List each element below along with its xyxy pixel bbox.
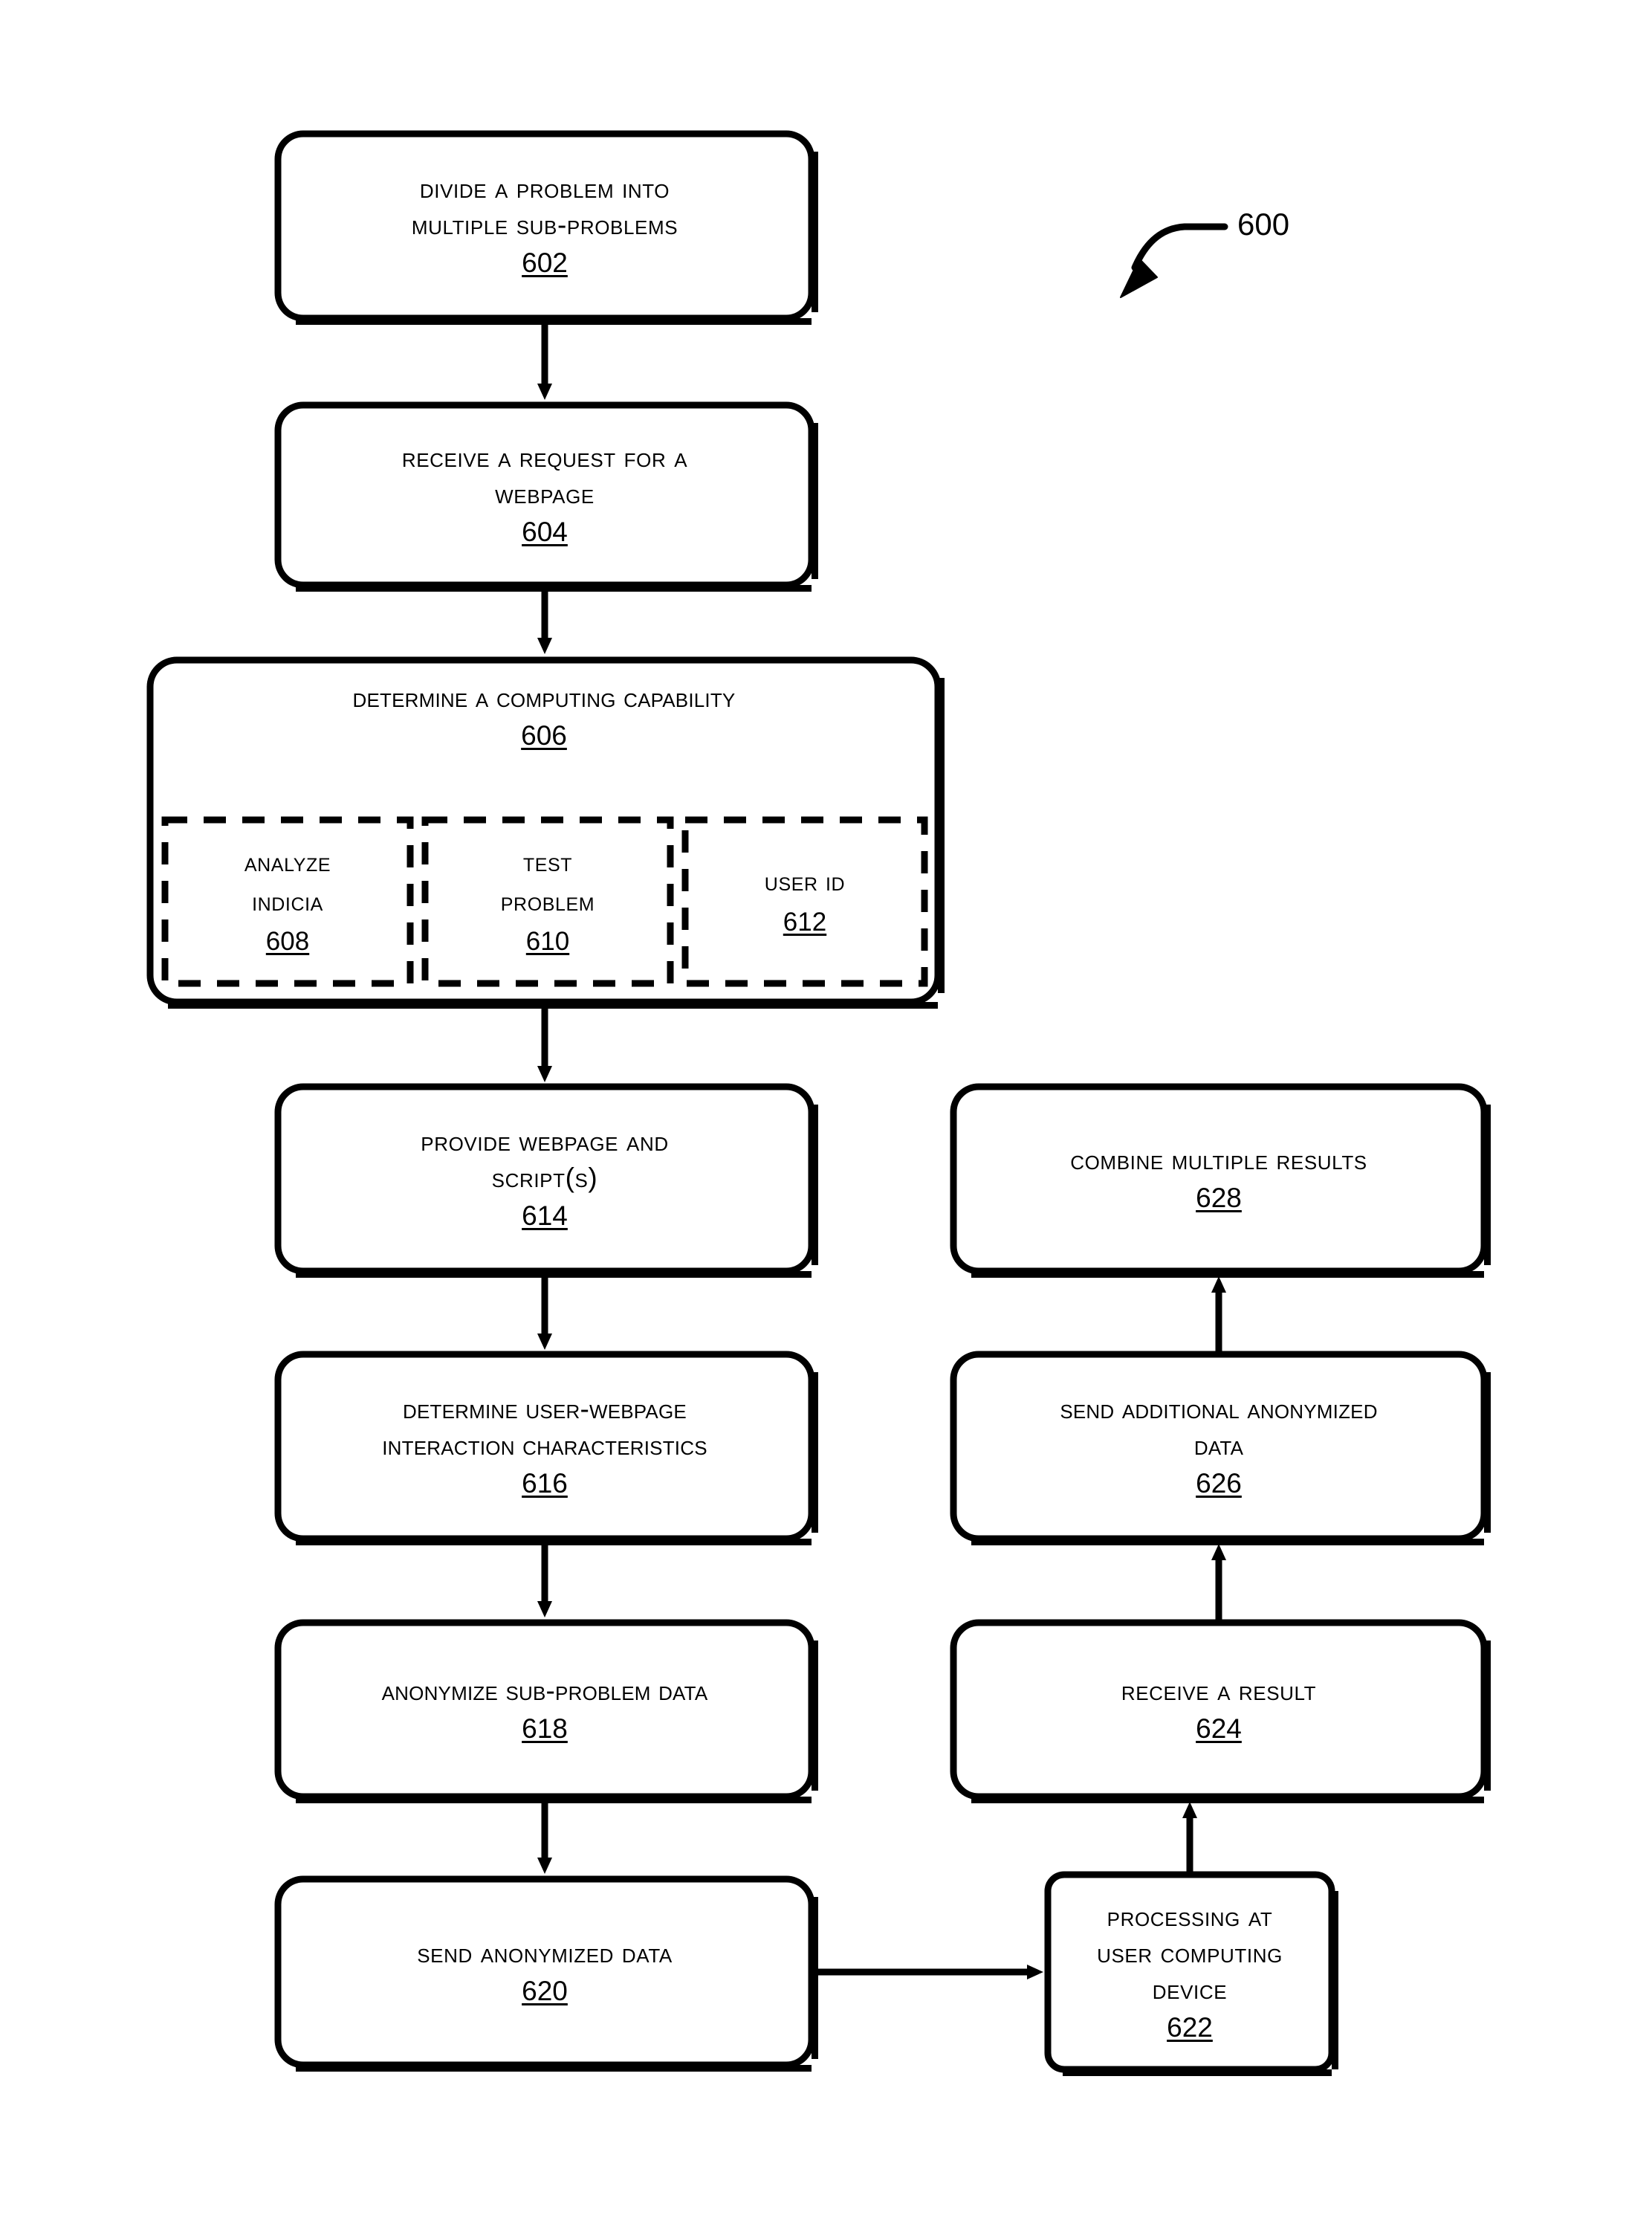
figure-reference-number: 600	[1237, 207, 1290, 242]
anonymize-data-ref: 618	[522, 1713, 568, 1744]
user-id-subbox[interactable]: User ID 612	[685, 820, 924, 983]
receive-request-box[interactable]: Receive a Request for a Webpage 604	[278, 405, 812, 585]
provide-webpage-box[interactable]: Provide Webpage and Script(s) 614	[278, 1087, 812, 1271]
processing-at-user-device-ref: 622	[1167, 2011, 1213, 2043]
anonymize-data-label: Anonymize Sub-problem Data	[381, 1675, 708, 1706]
send-anonymized-data-label: Send Anonymized Data	[417, 1937, 673, 1968]
send-anonymized-data-ref: 620	[522, 1975, 568, 2006]
provide-webpage-ref: 614	[522, 1200, 568, 1232]
determine-capability-label: Determine a Computing Capability	[352, 682, 736, 713]
test-problem-label: Test Problem	[500, 848, 595, 917]
analyze-indicia-subbox[interactable]: Analyze Indicia 608	[165, 820, 410, 983]
receive-request-ref: 604	[522, 517, 568, 548]
receive-result-box[interactable]: Receive a Result 624	[953, 1623, 1484, 1797]
receive-result-label: Receive a Result	[1121, 1675, 1317, 1706]
combine-results-label: Combine Multiple Results	[1070, 1144, 1367, 1175]
provide-webpage-label: Provide Webpage and Script(s)	[421, 1126, 669, 1194]
determine-interaction-box[interactable]: Determine User-webpage Interaction Chara…	[278, 1354, 812, 1539]
figure-ref-leader-arrowhead	[1120, 258, 1158, 298]
send-additional-data-label: Send Additional Anonymized Data	[1060, 1394, 1378, 1461]
send-additional-data-box[interactable]: Send Additional Anonymized Data 626	[953, 1354, 1484, 1539]
processing-at-user-device-box[interactable]: Processing at User Computing Device 622	[1048, 1875, 1332, 2069]
patent-flowchart-figure: Divide a Problem Into Multiple Sub-probl…	[0, 0, 1652, 2224]
test-problem-subbox[interactable]: Test Problem 610	[425, 820, 670, 983]
receive-request-label: Receive a Request for a Webpage	[401, 442, 688, 510]
divide-problem-box[interactable]: Divide a Problem Into Multiple Sub-probl…	[278, 134, 812, 318]
receive-result-ref: 624	[1196, 1713, 1242, 1744]
determine-capability-ref: 606	[521, 720, 567, 751]
divide-problem-ref: 602	[522, 248, 568, 279]
determine-interaction-label: Determine User-webpage Interaction Chara…	[382, 1394, 707, 1461]
combine-results-box[interactable]: Combine Multiple Results 628	[953, 1087, 1484, 1271]
user-id-ref: 612	[783, 907, 827, 937]
processing-at-user-device-label: Processing at User Computing Device	[1097, 1901, 1283, 2005]
figure-ref-leader-line	[1131, 223, 1228, 271]
user-id-label: User ID	[764, 867, 846, 897]
test-problem-ref: 610	[525, 927, 570, 956]
analyze-indicia-label: Analyze Indicia	[244, 848, 331, 917]
anonymize-data-box[interactable]: Anonymize Sub-problem Data 618	[278, 1623, 812, 1797]
combine-results-ref: 628	[1196, 1182, 1242, 1213]
analyze-indicia-ref: 608	[265, 927, 310, 956]
send-anonymized-data-box[interactable]: Send Anonymized Data 620	[278, 1879, 812, 2065]
determine-interaction-ref: 616	[522, 1468, 568, 1499]
send-additional-data-ref: 626	[1196, 1468, 1242, 1499]
divide-problem-label: Divide a Problem Into Multiple Sub-probl…	[411, 173, 678, 241]
determine-computing-capability-box[interactable]: Determine a Computing Capability 606	[150, 680, 938, 792]
